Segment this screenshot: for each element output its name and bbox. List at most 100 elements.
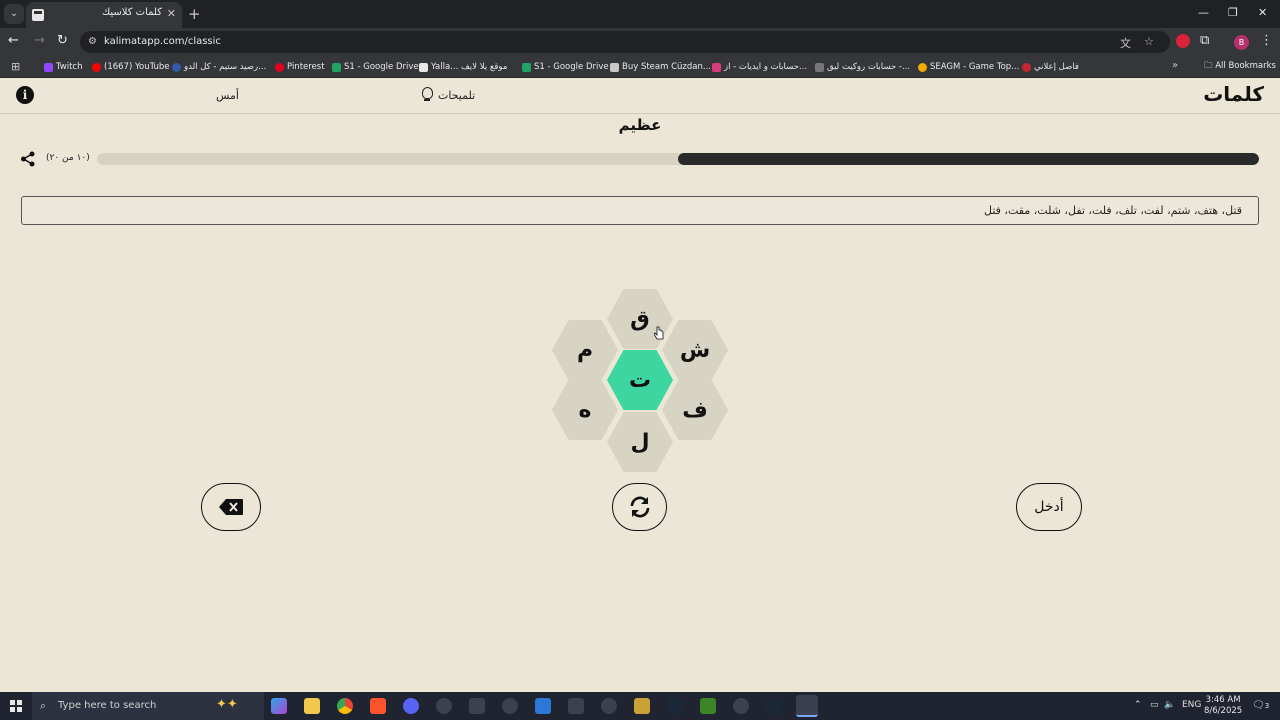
app-icon[interactable] [502,698,518,714]
letter-tile-upper-right[interactable]: ش [662,320,728,380]
bookmark-google-drive-1[interactable]: S1 - Google Drive [332,60,419,74]
bookmark-yalla[interactable]: Yalla... موقع يلا لايف [419,60,507,74]
app-icon[interactable] [733,698,749,714]
progress-bar [97,153,1259,165]
youtube-icon [92,62,101,72]
address-bar[interactable]: ⚙ kalimatapp.com/classic 文 ☆ [80,31,1170,53]
browser-toolbar: ← → ↻ ⚙ kalimatapp.com/classic 文 ☆ ⧉ [0,28,1280,56]
bookmark-twitch[interactable]: Twitch [44,60,83,74]
network-icon[interactable]: ▭ [1150,700,1159,710]
found-words: قتل، هتف، شتم، لفت، تلف، فلت، تفل، شلت، … [984,204,1242,217]
seagm-icon [918,62,927,72]
reload-icon[interactable]: ↻ [57,33,68,48]
letter-tile-lower-right[interactable]: ف [662,380,728,440]
app-logo: كلمات [1203,82,1264,106]
letter-tile-upper-left[interactable]: م [552,320,618,380]
notification-icon[interactable]: 🗨3 [1252,700,1269,711]
more-bookmarks-icon[interactable]: » [1172,60,1178,71]
bookmark-youtube[interactable]: (1667) YouTube [92,60,170,74]
translate-icon[interactable]: 文 [1120,35,1131,51]
tray-chevron-icon[interactable]: ⌃ [1134,700,1142,710]
google-drive-icon [522,62,531,72]
bookmarks-bar: ⊞ Twitch (1667) YouTube رصيد ستيم - كل ا… [0,56,1280,78]
back-icon[interactable]: ← [8,33,19,48]
found-words-box[interactable]: قتل، هتف، شتم، لفت، تلف، فلت، تفل، شلت، … [21,196,1259,225]
letter-tile-top[interactable]: ق [607,289,673,349]
google-drive-icon [332,62,341,72]
progress-count: (١٠ من ٢٠) [46,153,90,163]
clock-time: 3:46 AM [1205,695,1241,705]
chrome-icon[interactable] [337,698,353,714]
mouse-cursor-icon [654,326,664,340]
shuffle-button[interactable] [612,483,667,531]
twitch-icon [44,62,53,72]
delete-button[interactable] [201,483,261,531]
profile-avatar[interactable]: B [1234,35,1249,50]
bookmark-ad-break[interactable]: فاصل إعلاني [1022,60,1079,74]
minecraft-icon[interactable] [700,698,716,714]
brave-icon[interactable] [370,698,386,714]
steam-icon[interactable] [766,698,782,714]
yesterday-link[interactable]: أمس [216,89,239,102]
copilot-sparkle-icon[interactable]: ✦✦ [216,697,238,712]
active-app-icon[interactable] [796,695,818,717]
steam-helper-icon[interactable] [436,698,452,714]
restore-icon[interactable]: ❐ [1228,6,1238,19]
bookmark-star-icon[interactable]: ☆ [1144,35,1154,48]
close-window-icon[interactable]: ✕ [1258,6,1267,19]
windows-start-icon[interactable] [10,700,22,712]
site-icon [419,62,428,72]
backspace-icon [219,499,243,515]
windows-taskbar: ⌕ Type here to search ✦✦ ⌃ ▭ 🔈 ENG 3:46 … [0,692,1280,720]
bookmark-seagm[interactable]: SEAGM - Game Top... [918,60,1019,74]
minimize-icon[interactable]: — [1198,6,1209,19]
new-tab-button[interactable]: + [188,5,201,23]
tab-search-button[interactable]: ⌄ [4,4,24,24]
bookmark-steam-balance[interactable]: رصيد ستيم - كل الدو... [172,60,266,74]
all-bookmarks[interactable]: 🗀 All Bookmarks [1204,60,1276,74]
browser-menu-icon[interactable]: ⋮ [1260,33,1273,48]
browser-tab-strip: ⌄ كلمات كلاسيك ✕ + — ❐ ✕ [0,0,1280,28]
app-icon[interactable] [568,698,584,714]
hints-button[interactable]: تلميحات [420,87,475,103]
steam-icon[interactable] [667,698,683,714]
extension-icon[interactable] [1176,34,1190,48]
rank-title: عظيم [618,116,662,134]
letter-tile-center[interactable]: ت [607,350,673,410]
bookmark-rocket-league[interactable]: حسابات روكيت ليق -... [815,60,910,74]
browser-tab[interactable]: كلمات كلاسيك ✕ [26,2,182,28]
discord-icon[interactable] [403,698,419,714]
letter-tile-bottom[interactable]: ل [607,412,673,472]
taskbar-search[interactable]: ⌕ Type here to search ✦✦ [32,692,264,720]
app-icon[interactable] [634,698,650,714]
enter-button[interactable]: أدخل [1016,483,1082,531]
bookmark-accounts[interactable]: حسابات و ايديات - از... [712,60,807,74]
taskbar-clock[interactable]: 3:46 AM 8/6/2025 [1204,695,1242,717]
hints-label: تلميحات [438,88,476,102]
volume-icon[interactable]: 🔈 [1164,700,1175,710]
app-header: i أمس تلميحات كلمات [0,78,1280,114]
file-explorer-icon[interactable] [304,698,320,714]
bookmark-steam-wallet[interactable]: Buy Steam Cüzdan... [610,60,711,74]
app-icon[interactable] [469,698,485,714]
copilot-app-icon[interactable] [271,698,287,714]
search-icon: ⌕ [40,699,47,712]
app-icon[interactable] [601,698,617,714]
clock-date: 8/6/2025 [1204,706,1243,716]
tab-close-icon[interactable]: ✕ [167,7,176,20]
app-icon[interactable] [535,698,551,714]
forward-icon[interactable]: → [34,33,45,48]
site-info-icon[interactable]: ⚙ [88,36,97,47]
language-indicator[interactable]: ENG [1182,700,1201,710]
bookmark-google-drive-2[interactable]: S1 - Google Drive [522,60,609,74]
shuffle-icon [630,496,649,518]
extensions-puzzle-icon[interactable]: ⧉ [1200,33,1209,48]
game-page: i أمس تلميحات كلمات عظيم (١٠ من ٢٠) قتل،… [0,78,1280,692]
apps-grid-icon[interactable]: ⊞ [11,60,20,73]
share-icon[interactable] [20,151,36,167]
url-text[interactable]: kalimatapp.com/classic [104,36,221,47]
site-icon [610,62,619,72]
info-icon[interactable]: i [16,86,34,104]
letter-tile-lower-left[interactable]: ه [552,380,618,440]
bookmark-pinterest[interactable]: Pinterest [275,60,325,74]
